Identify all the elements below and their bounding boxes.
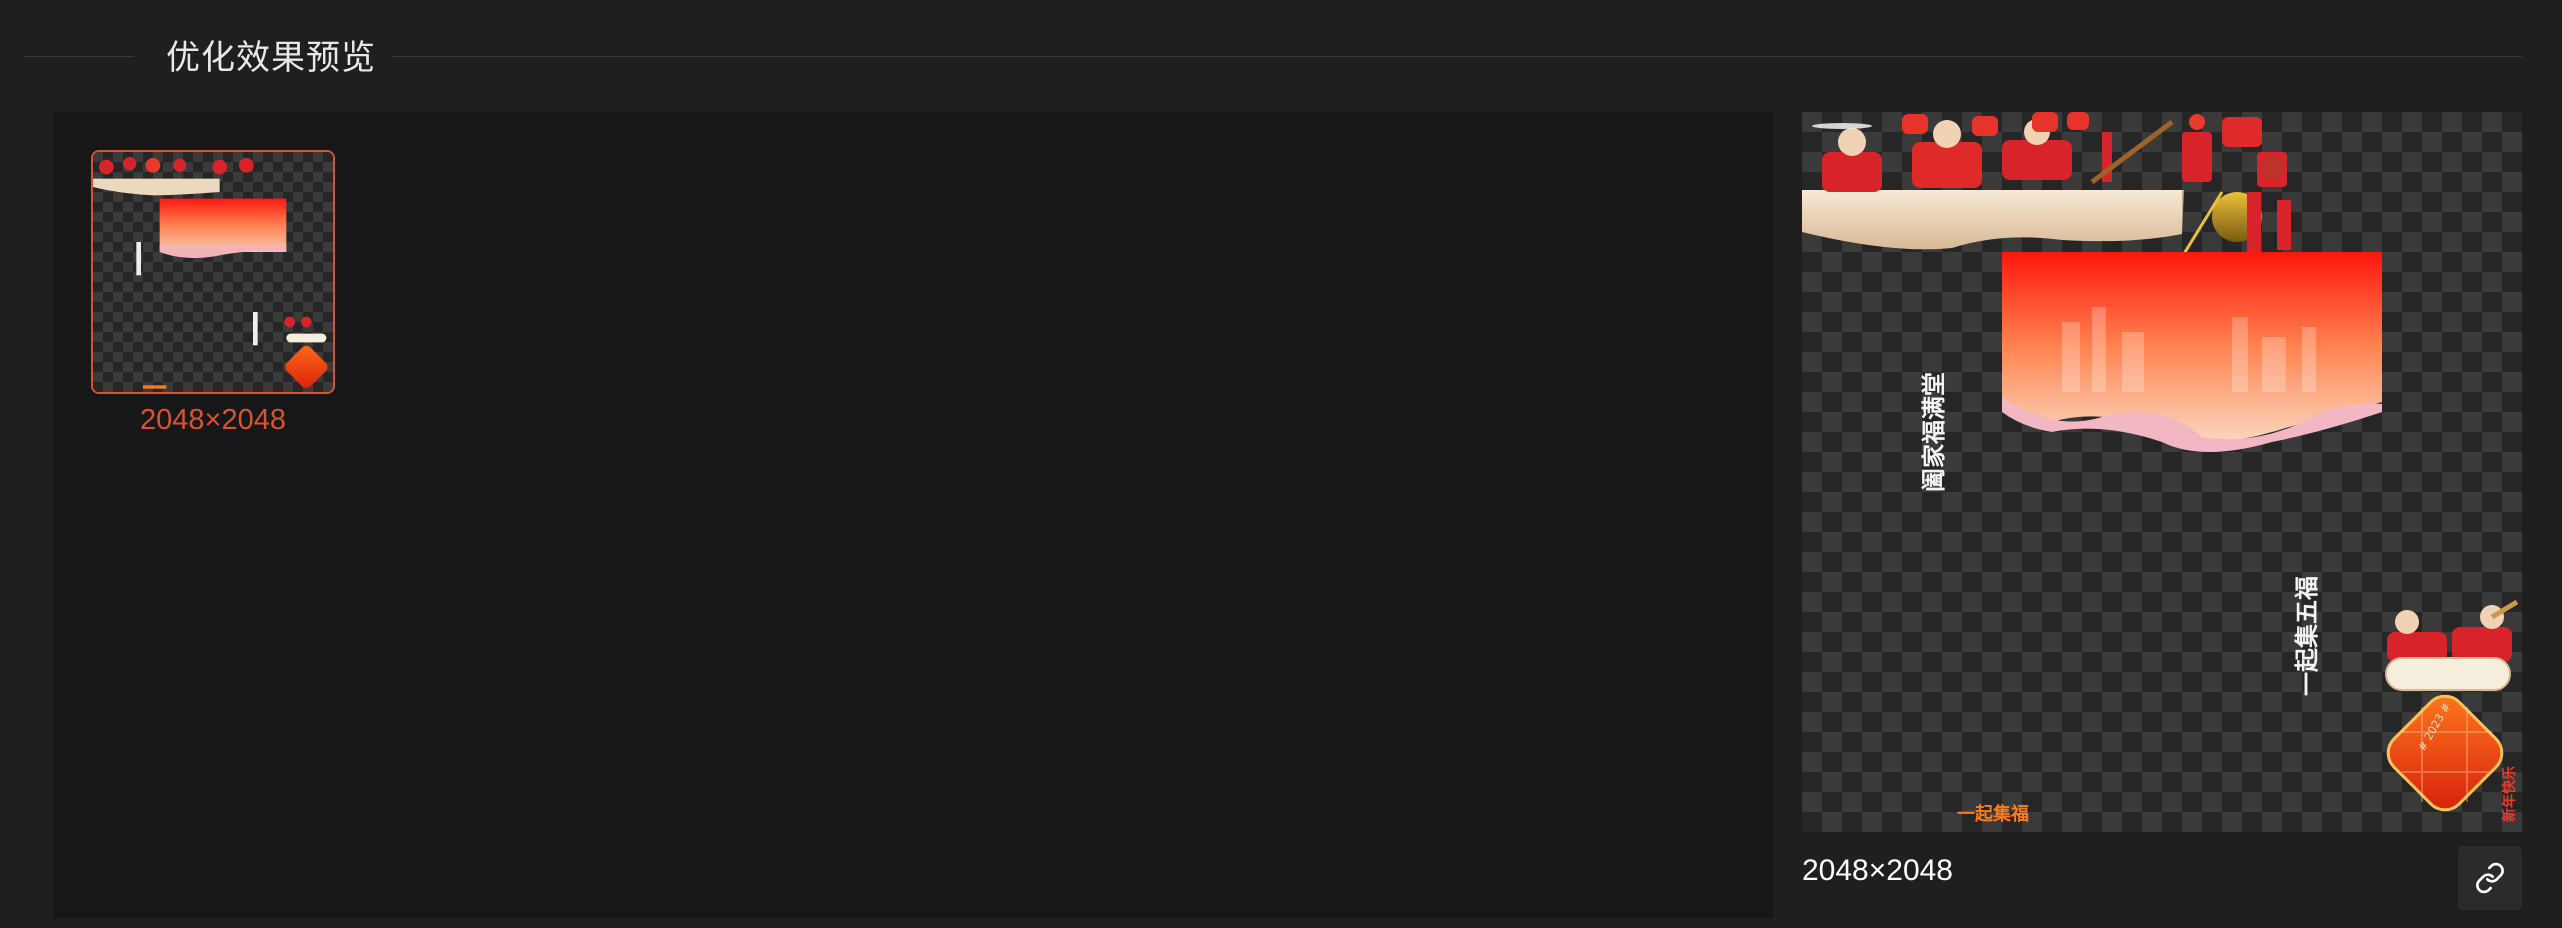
preview-size-label: 2048×2048 [1802, 854, 1953, 887]
section-header: 优化效果预览 [0, 0, 2562, 110]
header-divider-right [392, 56, 2522, 57]
preview-image: 阖家福满堂 一起集五福 一起集福 # 2023 # 新年快乐 [1802, 112, 2522, 832]
corner-text: 新年快乐 [2501, 766, 2518, 822]
thumbnail-panel: 2048×2048 [53, 112, 1773, 918]
thumbnail-image [93, 152, 333, 392]
section-title: 优化效果预览 [166, 39, 376, 77]
thumbnail-card[interactable] [91, 150, 335, 394]
header-divider-left [24, 56, 134, 57]
preview-panel: 阖家福满堂 一起集五福 一起集福 # 2023 # 新年快乐 2048×2048 [1802, 112, 2522, 918]
vertical-text-left: 阖家福满堂 [1920, 372, 1948, 492]
copy-link-button[interactable] [2458, 846, 2522, 910]
bottom-text: 一起集福 [1957, 803, 2029, 825]
vertical-text-right: 一起集五福 [2293, 576, 2321, 696]
link-icon [2476, 862, 2504, 894]
thumbnail-size-label: 2048×2048 [140, 404, 286, 436]
